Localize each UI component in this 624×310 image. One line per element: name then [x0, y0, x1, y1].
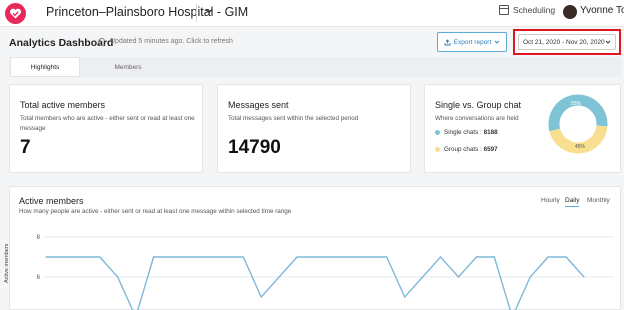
scheduling-label: Scheduling: [513, 5, 556, 15]
avatar[interactable]: [563, 5, 577, 19]
org-name[interactable]: Princeton–Plainsboro Hospital - GIM: [46, 5, 248, 19]
legend-label: Single chats :: [444, 129, 484, 136]
data-point[interactable]: [475, 256, 477, 258]
card-title: Single vs. Group chat: [435, 100, 522, 110]
legend-dot-group: [435, 147, 440, 152]
series-line-active-members[interactable]: [46, 255, 585, 310]
card-title: Total active members: [20, 100, 106, 110]
top-bar: Princeton–Plainsboro Hospital - GIM Sche…: [0, 0, 624, 27]
date-range-value: Oct 21, 2020 - Nov 20, 2020: [523, 38, 605, 46]
data-point[interactable]: [547, 256, 549, 258]
scheduling-link[interactable]: Scheduling: [499, 5, 555, 15]
date-range-picker[interactable]: Oct 21, 2020 - Nov 20, 2020: [518, 34, 616, 50]
data-point[interactable]: [206, 256, 208, 258]
user-name[interactable]: Yvonne To: [580, 5, 624, 16]
legend-dot-single: [435, 130, 440, 135]
messages-sent-value: 14790: [228, 137, 281, 158]
data-point[interactable]: [368, 256, 370, 258]
data-point[interactable]: [493, 256, 495, 258]
data-point[interactable]: [386, 256, 388, 258]
data-point[interactable]: [117, 276, 119, 278]
data-point[interactable]: [439, 256, 442, 258]
card-description: Total members who are active - either se…: [20, 115, 195, 132]
y-tick-label: 6: [37, 275, 41, 281]
legend-label: Group chats :: [444, 146, 484, 153]
data-point[interactable]: [188, 256, 191, 258]
data-point[interactable]: [332, 256, 334, 258]
data-point[interactable]: [457, 276, 460, 278]
tab-members[interactable]: Members: [81, 57, 175, 77]
calendar-icon: [499, 5, 509, 15]
active-members-line-chart: 864: [37, 235, 614, 310]
refresh-status[interactable]: Updated 5 minutes ago. Click to refresh: [110, 38, 233, 45]
chat-donut-chart: 55% 45%: [548, 94, 608, 154]
card-title: Messages sent: [228, 100, 289, 110]
app-logo[interactable]: [5, 3, 26, 24]
tab-bar: Highlights Members: [9, 57, 621, 77]
date-range-highlight: Oct 21, 2020 - Nov 20, 2020: [513, 29, 621, 55]
data-point[interactable]: [81, 256, 83, 258]
export-icon: [444, 38, 451, 45]
chat-type-card: Single vs. Group chat Where conversation…: [424, 84, 621, 173]
data-point[interactable]: [63, 256, 65, 258]
refresh-icon[interactable]: [98, 38, 106, 46]
data-point[interactable]: [583, 276, 585, 278]
active-members-card: Active members How many people are activ…: [4, 186, 621, 310]
total-active-value: 7: [20, 137, 31, 158]
divider: [196, 4, 197, 22]
chevron-down-icon[interactable]: [204, 6, 214, 16]
data-point[interactable]: [224, 256, 226, 258]
card-description: Total messages sent within the selected …: [228, 115, 359, 122]
data-point[interactable]: [296, 256, 298, 258]
data-point[interactable]: [153, 256, 155, 258]
data-point[interactable]: [529, 276, 531, 278]
data-point[interactable]: [242, 256, 244, 258]
messages-sent-card: Messages sent Total messages sent within…: [217, 84, 411, 173]
data-point[interactable]: [45, 256, 47, 258]
single-chats-value: 8188: [483, 129, 498, 136]
total-active-card: Total active members Total members who a…: [9, 84, 203, 173]
group-pct-label: 45%: [575, 144, 586, 150]
legend-single: Single chats : 8188: [435, 129, 498, 136]
data-point[interactable]: [278, 276, 280, 278]
heart-check-icon: [9, 8, 22, 19]
chevron-down-icon: [494, 40, 500, 44]
data-point[interactable]: [350, 256, 352, 258]
legend-group: Group chats : 6597: [435, 146, 498, 153]
y-tick-label: 8: [37, 235, 41, 241]
data-point[interactable]: [314, 256, 316, 258]
tab-highlights[interactable]: Highlights: [10, 57, 80, 77]
chevron-down-icon: [605, 40, 611, 44]
group-chats-value: 6597: [483, 146, 498, 153]
data-point[interactable]: [260, 296, 262, 298]
export-report-button[interactable]: Export report: [437, 32, 507, 52]
data-point[interactable]: [422, 276, 424, 278]
data-point[interactable]: [565, 256, 567, 258]
single-pct-label: 55%: [571, 101, 582, 107]
data-point[interactable]: [170, 256, 173, 258]
export-label: Export report: [453, 38, 492, 46]
data-point[interactable]: [404, 296, 406, 298]
card-description: Where conversations are held: [435, 115, 519, 122]
data-point[interactable]: [99, 256, 101, 258]
